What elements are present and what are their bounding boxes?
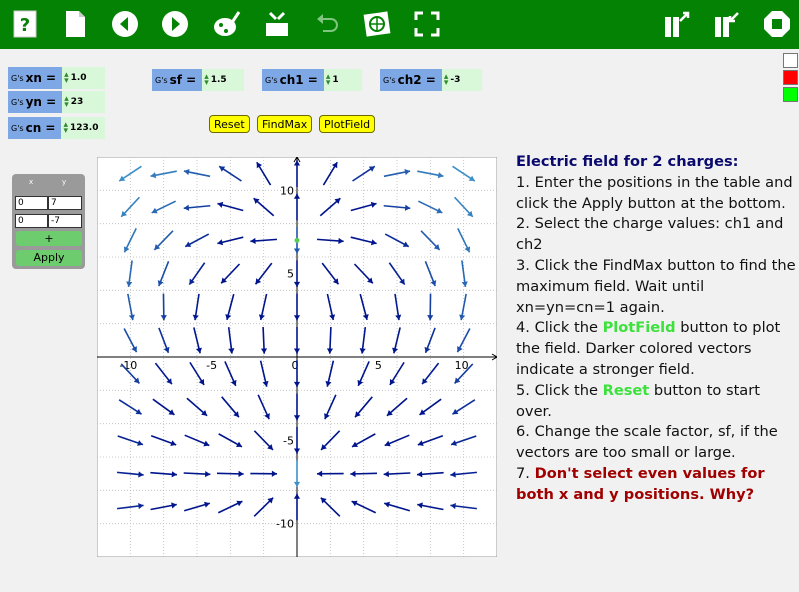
geogebra-prefix: G's	[383, 75, 396, 85]
slider-xn[interactable]: G's xn = ▴ ▾ 1.0	[8, 67, 105, 89]
y-tick-label: -10	[276, 518, 294, 531]
field-graph[interactable]: -10 -5 0 5 10105-5-10	[97, 157, 497, 557]
table-cell[interactable]: 0	[15, 214, 48, 228]
stop-icon[interactable]	[760, 7, 794, 41]
x-tick-label: -5	[206, 359, 217, 372]
step-3: 3. Click the FindMax button to find the …	[516, 256, 796, 316]
apply-button[interactable]: Apply	[16, 250, 82, 266]
charge-marker	[294, 237, 300, 243]
x-tick-label: 5	[375, 359, 382, 372]
globe-icon[interactable]	[360, 7, 394, 41]
back-icon[interactable]	[108, 7, 142, 41]
new-page-icon[interactable]	[58, 7, 92, 41]
charge-points	[294, 237, 300, 243]
step-5: 5. Click the Reset button to start over.	[516, 381, 760, 420]
reset-button[interactable]: Reset	[209, 115, 250, 133]
slider-sf-label: sf =	[169, 73, 197, 87]
geogebra-prefix: G's	[155, 75, 168, 85]
geogebra-prefix: G's	[11, 123, 24, 133]
table-header-y: y	[62, 178, 67, 186]
instructions-title: Electric field for 2 charges:	[516, 153, 739, 170]
slider-ch2[interactable]: G's ch2 = ▴ ▾ -3	[380, 69, 482, 91]
slider-cn[interactable]: G's cn = ▴ ▾ 123.0	[8, 117, 105, 139]
undo-icon[interactable]	[310, 7, 344, 41]
slider-xn-label: xn =	[25, 71, 57, 85]
table-cell[interactable]: 0	[15, 196, 48, 210]
slider-ch2-value[interactable]: -3	[450, 75, 460, 85]
slider-ch2-label: ch2 =	[397, 73, 436, 87]
step-1: 1. Enter the positions in the table and …	[516, 173, 793, 212]
slider-yn[interactable]: G's yn = ▴ ▾ 23	[8, 91, 105, 113]
spin-arrows-icon[interactable]: ▴ ▾	[63, 121, 68, 136]
y-tick-label: 5	[287, 268, 294, 281]
import-icon[interactable]	[710, 7, 744, 41]
slider-yn-value[interactable]: 23	[71, 97, 84, 107]
instructions-panel: Electric field for 2 charges: 1. Enter t…	[516, 152, 796, 506]
step-6: 6. Change the scale factor, sf, if the v…	[516, 423, 778, 462]
slider-ch1-value[interactable]: 1	[332, 75, 338, 85]
slider-ch1-label: ch1 =	[279, 73, 318, 87]
y-tick-label: 10	[280, 184, 294, 197]
table-cell[interactable]: 7	[48, 196, 82, 210]
geogebra-prefix: G's	[265, 75, 278, 85]
spin-arrows-icon[interactable]: ▴ ▾	[444, 73, 449, 88]
spin-arrows-icon[interactable]: ▴ ▾	[64, 95, 69, 110]
help-icon[interactable]: ?	[8, 7, 42, 41]
paint-icon[interactable]	[210, 7, 244, 41]
color-swatch-red[interactable]	[783, 70, 798, 85]
step-2: 2. Select the charge values: ch1 and ch2	[516, 215, 784, 254]
color-swatch-white[interactable]	[783, 53, 798, 68]
fullscreen-icon[interactable]	[410, 7, 444, 41]
geogebra-prefix: G's	[11, 73, 24, 83]
color-swatch-green[interactable]	[783, 87, 798, 102]
slider-cn-value[interactable]: 123.0	[70, 123, 98, 133]
table-header-x: x	[29, 178, 34, 186]
svg-text:?: ?	[20, 15, 30, 36]
slider-sf[interactable]: G's sf = ▴ ▾ 1.5	[152, 69, 244, 91]
step-7: 7. Don't select even values for both x a…	[516, 464, 765, 503]
table-cell[interactable]: -7	[48, 214, 82, 228]
slider-sf-value[interactable]: 1.5	[211, 75, 227, 85]
toolbar: ?	[0, 0, 799, 49]
spin-arrows-icon[interactable]: ▴ ▾	[64, 71, 69, 86]
step-4: 4. Click the PlotField button to plot th…	[516, 319, 781, 378]
geogebra-prefix: G's	[11, 97, 24, 107]
position-table: x y 0 7 0 -7 + Apply	[12, 174, 85, 269]
add-row-button[interactable]: +	[16, 231, 82, 246]
tools-box-icon[interactable]	[260, 7, 294, 41]
spin-arrows-icon[interactable]: ▴ ▾	[204, 73, 209, 88]
slider-cn-label: cn =	[25, 121, 56, 135]
plotfield-button[interactable]: PlotField	[319, 115, 376, 133]
spin-arrows-icon[interactable]: ▴ ▾	[326, 73, 331, 88]
export-icon[interactable]	[660, 7, 694, 41]
slider-yn-label: yn =	[25, 95, 57, 109]
findmax-button[interactable]: FindMax	[257, 115, 313, 133]
forward-icon[interactable]	[158, 7, 192, 41]
slider-ch1[interactable]: G's ch1 = ▴ ▾ 1	[262, 69, 362, 91]
slider-xn-value[interactable]: 1.0	[71, 73, 87, 83]
y-tick-label: -5	[283, 434, 294, 447]
